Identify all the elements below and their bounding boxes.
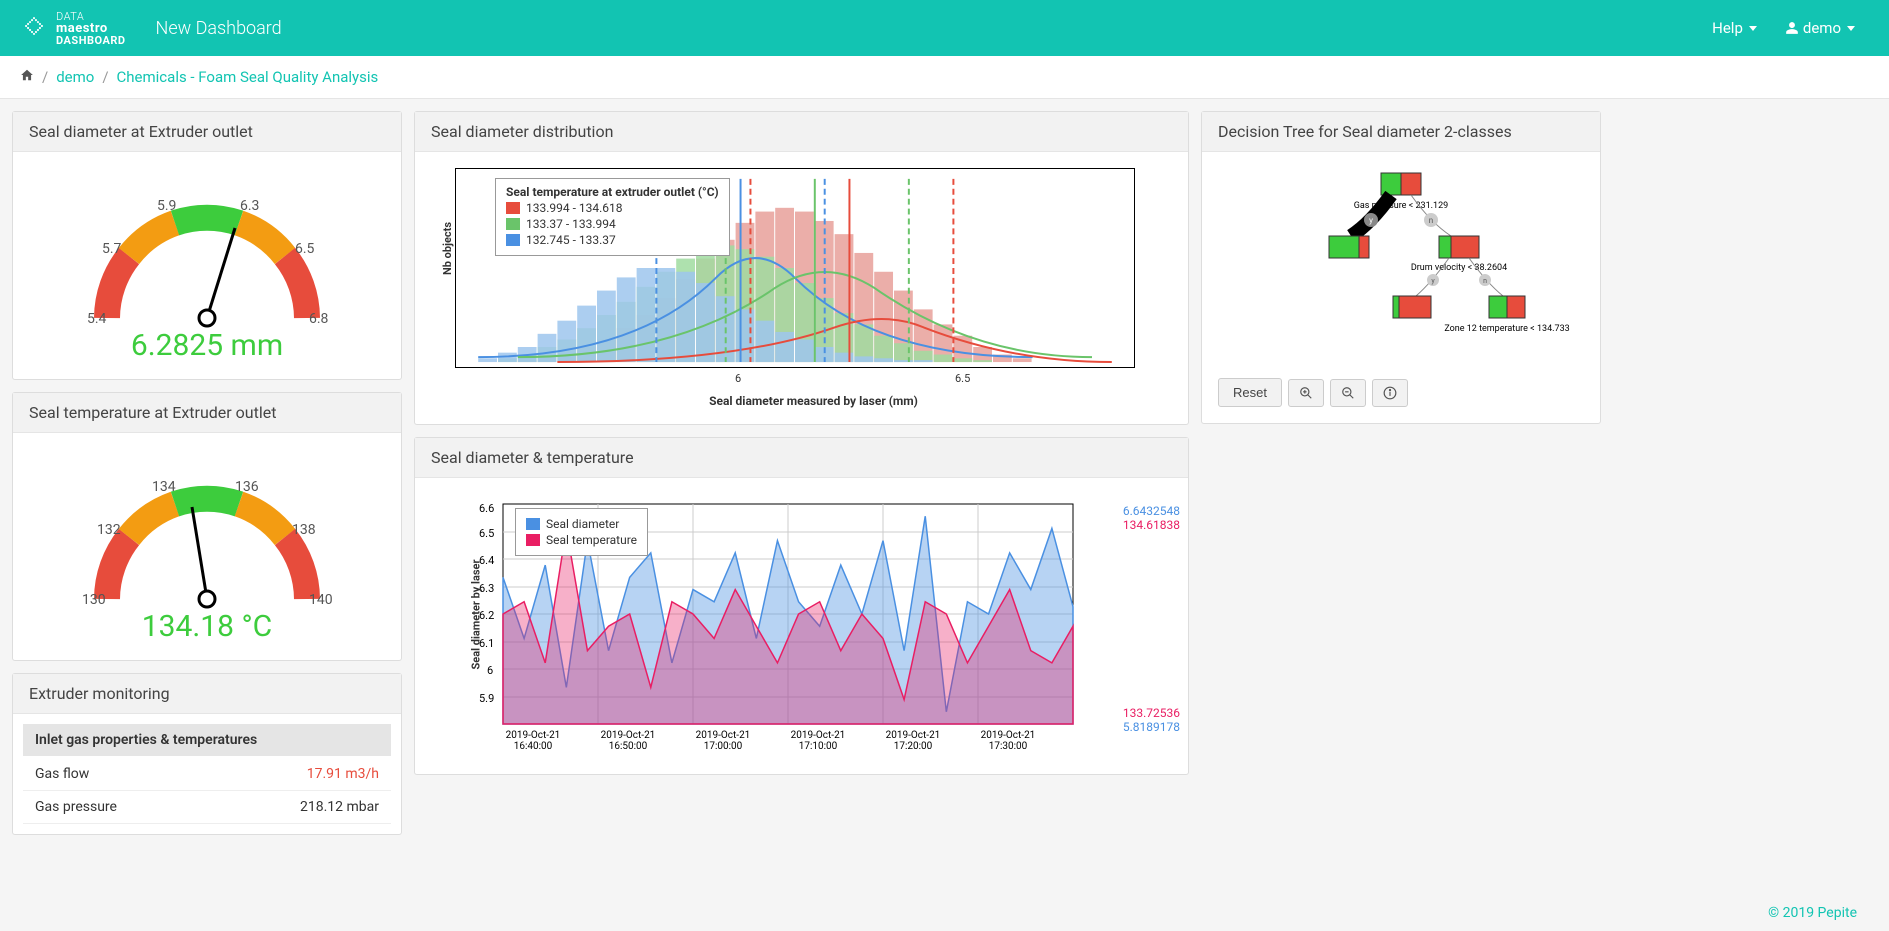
ts-right-value: 133.72536 <box>1123 706 1180 720</box>
distribution-card: Seal diameter distribution Nb objects <box>414 111 1189 425</box>
svg-text:16:50:00: 16:50:00 <box>609 741 648 752</box>
breadcrumb: / demo / Chemicals - Foam Seal Quality A… <box>0 56 1889 99</box>
svg-text:6.8: 6.8 <box>309 311 329 327</box>
svg-text:5.9: 5.9 <box>157 198 176 214</box>
timeseries-card: Seal diameter & temperature Seal diamete… <box>414 437 1189 775</box>
svg-text:17:00:00: 17:00:00 <box>704 741 743 752</box>
ts-right-value: 134.61838 <box>1123 518 1180 532</box>
zoom-in-button[interactable] <box>1288 379 1324 407</box>
help-menu[interactable]: Help <box>1698 11 1771 45</box>
decision-tree-chart[interactable]: Gas pressure < 231.129 y n Drum velocity… <box>1221 168 1581 368</box>
monitoring-label: Gas pressure <box>35 799 117 815</box>
svg-text:2019-Oct-21: 2019-Oct-21 <box>696 730 751 741</box>
info-icon <box>1383 386 1397 400</box>
svg-text:Zone 12 temperature < 134.733: Zone 12 temperature < 134.733 <box>1444 324 1569 334</box>
gauge-diameter-chart: 5.4 5.7 5.9 6.3 6.5 6.8 <box>57 168 357 338</box>
x-axis-label: Seal diameter measured by laser (mm) <box>455 394 1172 408</box>
svg-text:6.5: 6.5 <box>479 527 494 540</box>
svg-text:2019-Oct-21: 2019-Oct-21 <box>506 730 561 741</box>
y-axis-label: Seal diameter by laser <box>469 560 482 670</box>
svg-text:16:40:00: 16:40:00 <box>514 741 553 752</box>
zoom-in-icon <box>1299 386 1313 400</box>
monitoring-value: 17.91 m3/h <box>307 766 379 782</box>
card-title: Seal diameter at Extruder outlet <box>13 112 401 152</box>
user-menu[interactable]: demo <box>1771 11 1869 45</box>
breadcrumb-level2[interactable]: Chemicals - Foam Seal Quality Analysis <box>117 68 379 86</box>
page-title: New Dashboard <box>156 18 282 39</box>
y-axis-label: Nb objects <box>441 222 454 275</box>
logo[interactable]: DATA maestro DASHBOARD <box>20 11 126 46</box>
svg-text:2019-Oct-21: 2019-Oct-21 <box>601 730 656 741</box>
svg-text:2019-Oct-21: 2019-Oct-21 <box>886 730 941 741</box>
monitoring-row: Gas pressure 218.12 mbar <box>23 791 391 824</box>
svg-text:17:30:00: 17:30:00 <box>989 741 1028 752</box>
extruder-monitoring-card: Extruder monitoring Inlet gas properties… <box>12 673 402 835</box>
chevron-down-icon <box>1847 26 1855 31</box>
svg-text:134: 134 <box>152 479 176 495</box>
svg-text:Drum velocity < 38.2604: Drum velocity < 38.2604 <box>1411 263 1507 273</box>
distribution-legend: Seal temperature at extruder outlet (°C)… <box>495 178 730 256</box>
svg-text:17:10:00: 17:10:00 <box>799 741 838 752</box>
svg-text:130: 130 <box>82 592 106 608</box>
zoom-out-icon <box>1341 386 1355 400</box>
user-label: demo <box>1803 19 1841 37</box>
user-icon <box>1785 21 1799 35</box>
svg-text:n: n <box>1429 216 1433 225</box>
help-label: Help <box>1712 19 1743 37</box>
top-header: DATA maestro DASHBOARD New Dashboard Hel… <box>0 0 1889 56</box>
card-title: Seal temperature at Extruder outlet <box>13 393 401 433</box>
svg-text:5.4: 5.4 <box>87 311 107 327</box>
ts-right-value: 5.8189178 <box>1123 720 1180 734</box>
breadcrumb-home[interactable] <box>20 68 34 86</box>
home-icon <box>20 68 34 82</box>
svg-text:136: 136 <box>235 479 259 495</box>
card-title: Seal diameter & temperature <box>415 438 1188 478</box>
reset-button[interactable]: Reset <box>1218 378 1282 407</box>
gauge-temperature-card: Seal temperature at Extruder outlet 130 … <box>12 392 402 661</box>
svg-text:6.6: 6.6 <box>479 502 494 515</box>
svg-text:5.7: 5.7 <box>102 241 122 257</box>
gauge-diameter-card: Seal diameter at Extruder outlet 5.4 5.7… <box>12 111 402 380</box>
logo-text: DATA maestro DASHBOARD <box>56 11 126 46</box>
svg-text:138: 138 <box>292 522 316 538</box>
decision-tree-card: Decision Tree for Seal diameter 2-classe… <box>1201 111 1601 424</box>
ts-right-value: 6.6432548 <box>1123 504 1180 518</box>
card-title: Seal diameter distribution <box>415 112 1188 152</box>
logo-icon <box>20 14 48 42</box>
zoom-out-button[interactable] <box>1330 379 1366 407</box>
svg-text:140: 140 <box>309 592 333 608</box>
svg-text:5.9: 5.9 <box>479 692 494 705</box>
footer-copyright: © 2019 Pepite <box>1768 905 1857 921</box>
gauge-temperature-chart: 130 132 134 136 138 140 <box>57 449 357 619</box>
svg-text:6: 6 <box>487 664 493 677</box>
info-button[interactable] <box>1372 379 1408 407</box>
breadcrumb-level1[interactable]: demo <box>56 68 94 86</box>
monitoring-value: 218.12 mbar <box>300 799 379 815</box>
monitoring-group-header: Inlet gas properties & temperatures <box>23 724 391 756</box>
svg-text:2019-Oct-21: 2019-Oct-21 <box>981 730 1036 741</box>
monitoring-row: Gas flow 17.91 m3/h <box>23 758 391 791</box>
card-title: Extruder monitoring <box>13 674 401 714</box>
svg-text:y: y <box>1369 216 1373 225</box>
chevron-down-icon <box>1749 26 1757 31</box>
card-title: Decision Tree for Seal diameter 2-classe… <box>1202 112 1600 152</box>
svg-text:17:20:00: 17:20:00 <box>894 741 933 752</box>
svg-text:6.5: 6.5 <box>295 241 315 257</box>
timeseries-legend: Seal diameter Seal temperature <box>515 508 648 556</box>
svg-text:2019-Oct-21: 2019-Oct-21 <box>791 730 846 741</box>
svg-text:6.3: 6.3 <box>240 198 259 214</box>
monitoring-label: Gas flow <box>35 766 89 782</box>
svg-text:Gas pressure < 231.129: Gas pressure < 231.129 <box>1354 201 1448 211</box>
svg-text:n: n <box>1483 277 1487 285</box>
svg-text:132: 132 <box>97 522 121 538</box>
